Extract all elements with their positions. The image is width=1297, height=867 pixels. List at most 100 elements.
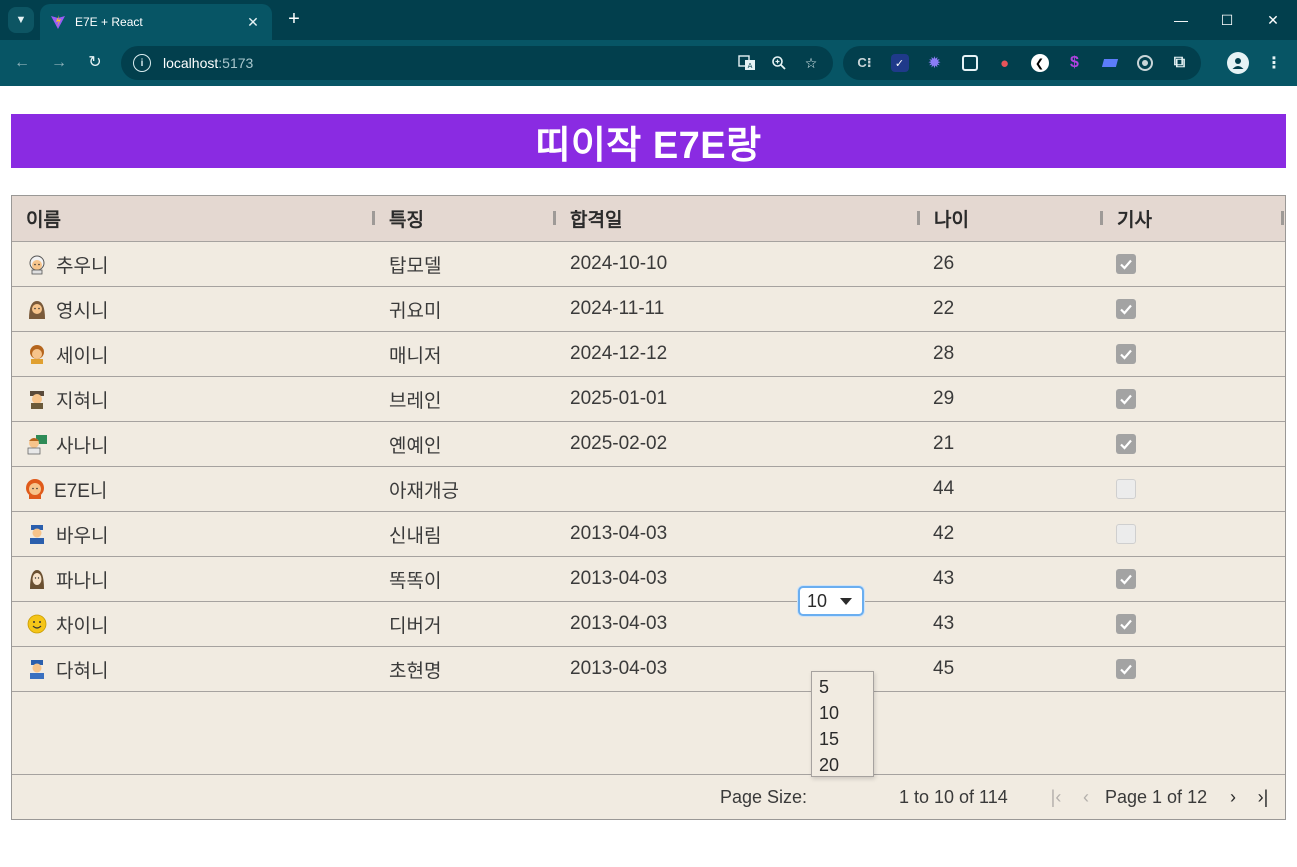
page-size-option[interactable]: 5 bbox=[812, 674, 873, 700]
name-cell: 사나니 bbox=[26, 422, 108, 466]
name-cell: 차이니 bbox=[26, 602, 108, 646]
date-cell: 2025-02-02 bbox=[570, 433, 668, 454]
name-text: 추우니 bbox=[56, 255, 109, 277]
table-row[interactable]: 차이니 디버거 2013-04-03 43 bbox=[12, 602, 1285, 647]
age-cell: 22 bbox=[933, 298, 955, 319]
column-resize-handle[interactable] bbox=[917, 211, 920, 225]
minimize-icon[interactable]: — bbox=[1169, 8, 1193, 32]
zoom-icon[interactable] bbox=[767, 51, 791, 75]
column-resize-handle[interactable] bbox=[372, 211, 375, 225]
name-text: 다혀니 bbox=[56, 660, 109, 682]
gear-extension-icon[interactable]: ✹ bbox=[917, 51, 952, 75]
header-date[interactable]: 합격일 bbox=[570, 196, 622, 241]
page-size-select[interactable]: 10 bbox=[798, 586, 864, 616]
tablet-extension-icon[interactable] bbox=[952, 51, 987, 75]
header-age[interactable]: 나이 bbox=[934, 196, 969, 241]
browser-tab[interactable]: E7E + React ✕ bbox=[40, 4, 272, 40]
page-size-option[interactable]: 15 bbox=[812, 726, 873, 752]
last-page-icon[interactable]: ›| bbox=[1252, 775, 1274, 820]
table-row[interactable]: 추우니 탑모델 2024-10-10 26 bbox=[12, 242, 1285, 287]
next-page-icon[interactable]: › bbox=[1222, 775, 1244, 820]
profile-avatar-icon[interactable] bbox=[1226, 51, 1250, 75]
feature-cell: 초현명 bbox=[389, 660, 442, 682]
row-range-text: 1 to 10 of 114 bbox=[899, 787, 1008, 807]
translate-icon[interactable]: A bbox=[735, 51, 759, 75]
unchecked-checkbox[interactable] bbox=[1116, 479, 1136, 499]
checked-checkbox[interactable] bbox=[1116, 569, 1136, 589]
pagination-panel: Page Size: 1 to 10 of 114 |‹ ‹ Page 1 of… bbox=[12, 774, 1285, 819]
table-row[interactable]: 다혀니 초현명 2013-04-03 45 bbox=[12, 647, 1285, 692]
name-cell: 추우니 bbox=[26, 242, 108, 286]
site-info-icon[interactable]: i bbox=[133, 54, 151, 72]
browser-menu-icon[interactable]: ⋮ bbox=[1262, 51, 1286, 75]
table-row[interactable]: 파나니 똑똑이 2013-04-03 43 bbox=[12, 557, 1285, 602]
table-row[interactable]: 세이니 매니저 2024-12-12 28 bbox=[12, 332, 1285, 377]
extensions-bar: C⁝ ✓ ✹ ● ❮ $ ⧉ bbox=[843, 46, 1201, 80]
column-resize-handle[interactable] bbox=[553, 211, 556, 225]
target-extension-icon[interactable] bbox=[1127, 51, 1162, 75]
name-cell: 파나니 bbox=[26, 557, 108, 601]
address-bar[interactable]: i localhost:5173 A ☆ bbox=[121, 46, 833, 80]
grid-header: 이름 특징 합격일 나이 기사 bbox=[12, 196, 1285, 242]
header-feature[interactable]: 특징 bbox=[389, 196, 424, 241]
s-extension-icon[interactable]: $ bbox=[1057, 51, 1092, 75]
feature-cell: 신내림 bbox=[389, 525, 442, 547]
page-number-text: Page 1 of 12 bbox=[1105, 787, 1208, 807]
date-cell: 2013-04-03 bbox=[570, 523, 668, 544]
tab-search-chevron-icon[interactable]: ▼ bbox=[8, 7, 34, 33]
checked-checkbox[interactable] bbox=[1116, 299, 1136, 319]
age-cell: 44 bbox=[933, 478, 955, 499]
unchecked-checkbox[interactable] bbox=[1116, 524, 1136, 544]
url-host: localhost bbox=[163, 55, 219, 71]
table-row[interactable]: E7E니 아재개긍 44 bbox=[12, 467, 1285, 512]
name-cell: 세이니 bbox=[26, 332, 108, 376]
reload-icon[interactable]: ↻ bbox=[83, 51, 107, 75]
checked-checkbox[interactable] bbox=[1116, 254, 1136, 274]
first-page-icon[interactable]: |‹ bbox=[1045, 775, 1067, 820]
date-cell: 2013-04-03 bbox=[570, 613, 668, 634]
checked-checkbox[interactable] bbox=[1116, 659, 1136, 679]
page-banner: 띠이작 E7E랑 bbox=[11, 114, 1286, 168]
prev-page-icon[interactable]: ‹ bbox=[1075, 775, 1097, 820]
page-size-option[interactable]: 20 bbox=[812, 752, 873, 778]
checked-checkbox[interactable] bbox=[1116, 389, 1136, 409]
name-text: E7E니 bbox=[54, 480, 108, 502]
feature-cell: 탑모델 bbox=[389, 255, 442, 277]
checked-checkbox[interactable] bbox=[1116, 614, 1136, 634]
checked-checkbox[interactable] bbox=[1116, 434, 1136, 454]
browser-toolbar: ← → ↻ i localhost:5173 A ☆ C⁝ ✓ ✹ ● ❮ $ … bbox=[0, 40, 1297, 86]
back-circle-extension-icon[interactable]: ❮ bbox=[1022, 51, 1057, 75]
table-row[interactable]: 바우니 신내림 2013-04-03 42 bbox=[12, 512, 1285, 557]
page-size-option[interactable]: 10 bbox=[812, 700, 873, 726]
table-row[interactable]: 영시니 귀요미 2024-11-11 22 bbox=[12, 287, 1285, 332]
woman-headscarf-emoji bbox=[26, 298, 48, 320]
maximize-icon[interactable]: ☐ bbox=[1215, 8, 1239, 32]
forward-arrow-icon[interactable]: → bbox=[47, 51, 71, 75]
person-white-hair-emoji bbox=[26, 253, 48, 275]
table-row[interactable]: 지혀니 브레인 2025-01-01 29 bbox=[12, 377, 1285, 422]
checked-checkbox[interactable] bbox=[1116, 344, 1136, 364]
detective-emoji bbox=[26, 388, 48, 410]
c-extension-icon[interactable]: C⁝ bbox=[847, 51, 882, 75]
table-row[interactable]: 사나니 옌예인 2025-02-02 21 bbox=[12, 422, 1285, 467]
smiling-face-emoji bbox=[26, 613, 48, 635]
bookmark-star-icon[interactable]: ☆ bbox=[799, 51, 823, 75]
puzzle-extension-icon[interactable]: ⧉ bbox=[1162, 51, 1197, 75]
date-cell: 2024-10-10 bbox=[570, 253, 668, 274]
age-cell: 43 bbox=[933, 568, 955, 589]
age-cell: 29 bbox=[933, 388, 955, 409]
window-close-icon[interactable]: ✕ bbox=[1261, 8, 1285, 32]
bird-extension-icon[interactable]: ● bbox=[987, 51, 1022, 75]
svg-text:A: A bbox=[748, 62, 753, 70]
tag-extension-icon[interactable] bbox=[1092, 51, 1127, 75]
tab-close-icon[interactable]: ✕ bbox=[244, 14, 262, 31]
header-certified[interactable]: 기사 bbox=[1117, 196, 1152, 241]
column-resize-handle[interactable] bbox=[1281, 211, 1284, 225]
header-name[interactable]: 이름 bbox=[26, 196, 61, 241]
vite-logo-icon bbox=[50, 14, 66, 30]
column-resize-handle[interactable] bbox=[1100, 211, 1103, 225]
new-tab-plus-icon[interactable]: + bbox=[282, 8, 306, 32]
check-extension-icon[interactable]: ✓ bbox=[882, 51, 917, 75]
back-arrow-icon[interactable]: ← bbox=[10, 51, 34, 75]
woman-bowing-emoji bbox=[26, 343, 48, 365]
